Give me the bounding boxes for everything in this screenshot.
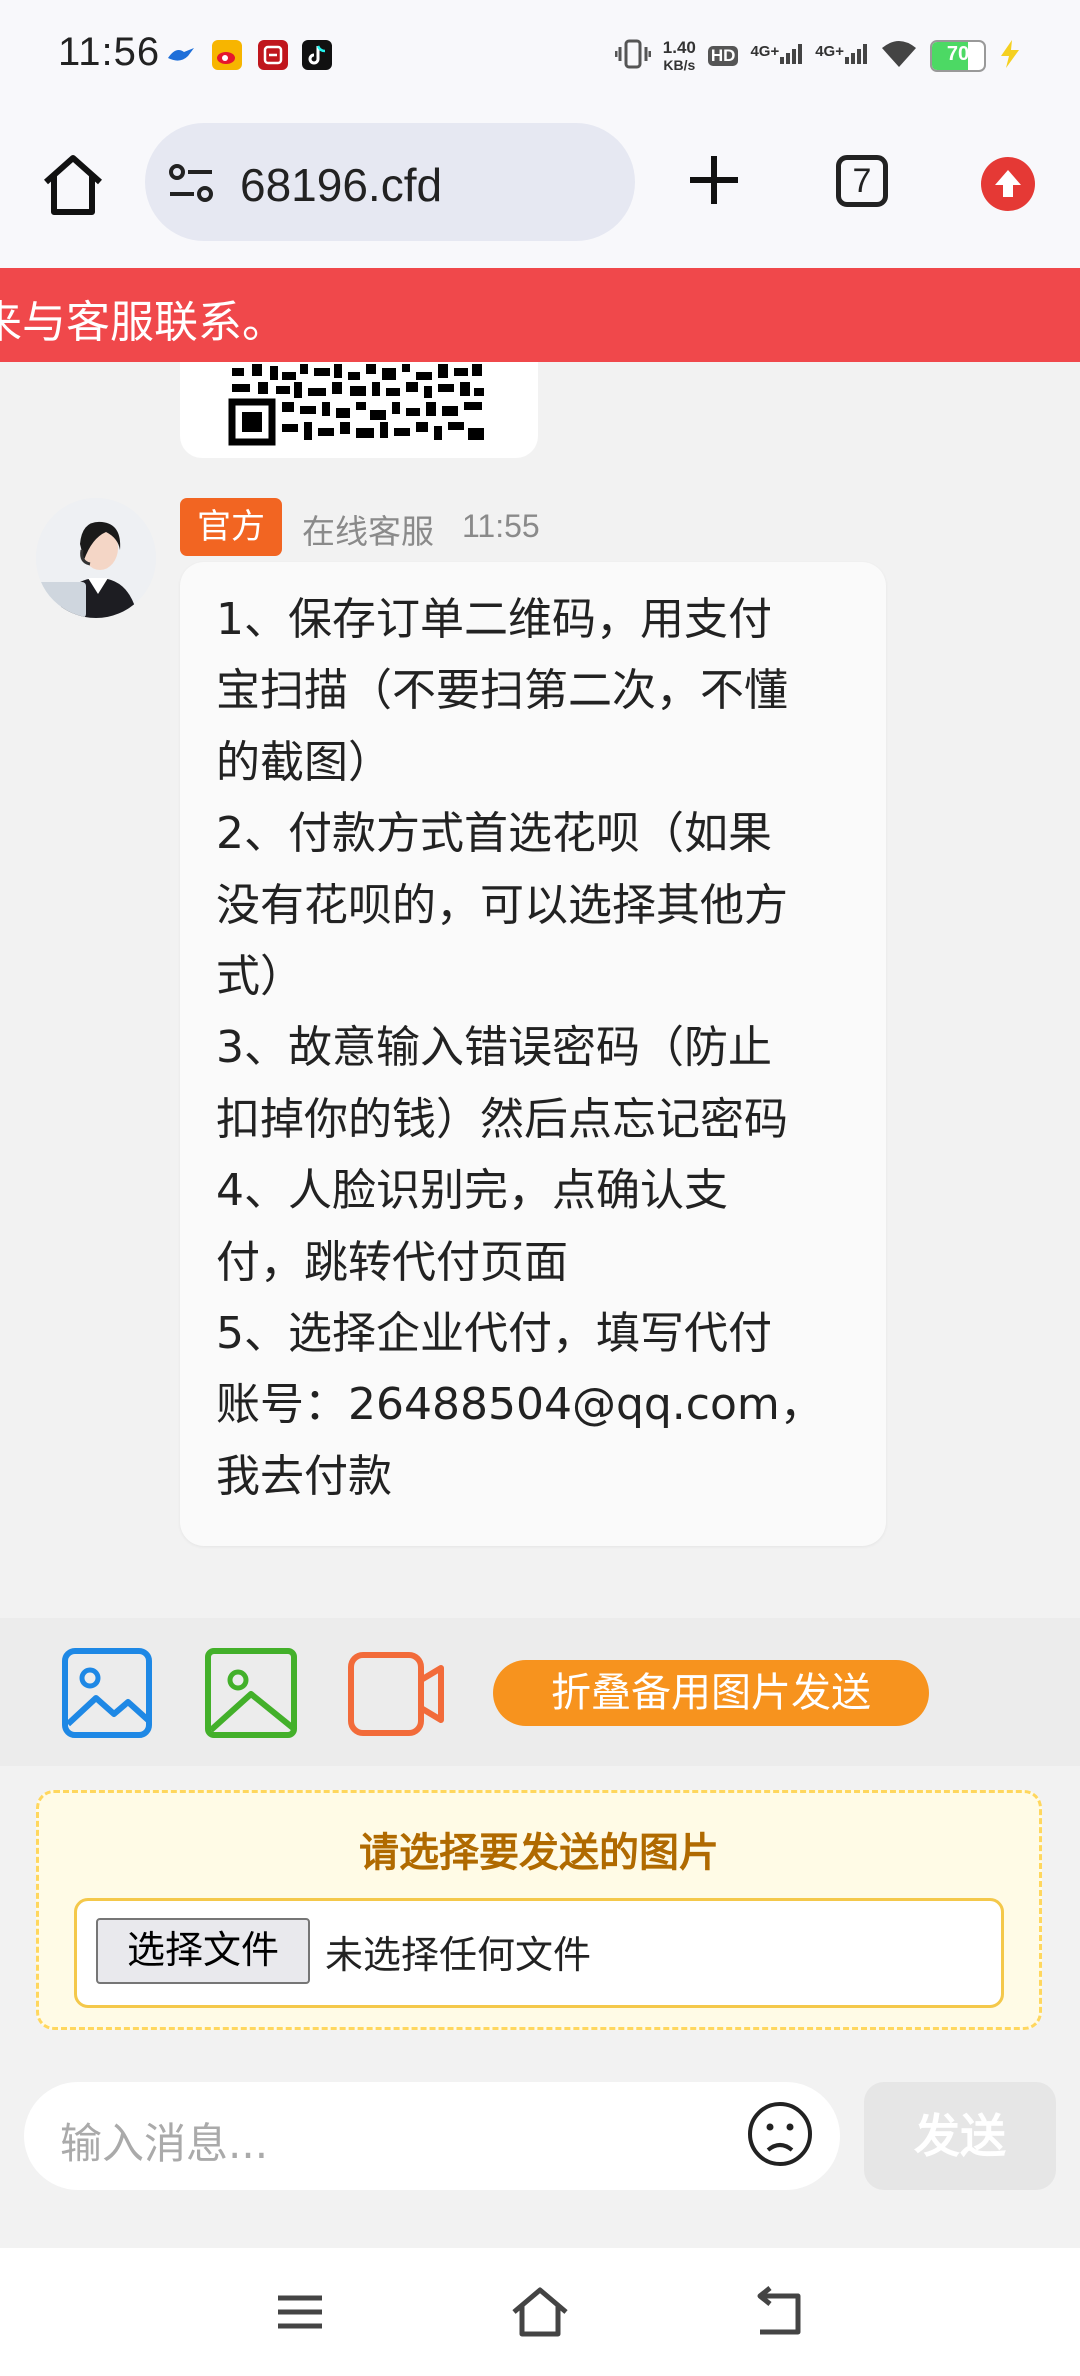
signal-1: 4G+ <box>750 43 803 70</box>
image-icon-blue[interactable] <box>62 1648 152 1738</box>
battery-indicator: 70 <box>930 40 986 72</box>
message-line: 5、选择企业代付，填写代付 <box>216 1308 772 1360</box>
message-line: 3、故意输入错误密码（防止 <box>216 1022 772 1074</box>
home-icon[interactable] <box>40 152 106 218</box>
notice-banner: 来与客服联系。 <box>0 268 1080 362</box>
send-button[interactable]: 发送 <box>864 2082 1056 2190</box>
new-tab-icon[interactable] <box>686 152 742 208</box>
agent-avatar[interactable] <box>36 498 156 618</box>
message-line: 账号：26488504@qq.com， <box>216 1379 824 1431</box>
message-line: 的截图） <box>216 736 392 788</box>
video-icon[interactable] <box>348 1652 444 1736</box>
message-text: 1、保存订单二维码，用支付 宝扫描（不要扫第二次，不懂 的截图） 2、付款方式首… <box>216 584 866 1512</box>
vibrate-icon <box>614 38 652 75</box>
sender-name: 在线客服 <box>302 512 434 551</box>
app-icon-red <box>258 40 288 70</box>
message-line: 宝扫描（不要扫第二次，不懂 <box>216 665 788 717</box>
message-line: 付，跳转代付页面 <box>216 1236 568 1288</box>
message-line: 式） <box>216 951 304 1003</box>
banner-text: 来与客服联系。 <box>0 297 286 348</box>
file-status-text: 未选择任何文件 <box>325 1933 592 1977</box>
net-speed: 1.40 KB/s <box>662 37 696 73</box>
message-line: 2、付款方式首选花呗（如果 <box>216 808 772 860</box>
fold-backup-image-button[interactable]: 折叠备用图片发送 <box>493 1660 929 1726</box>
home-nav-icon[interactable] <box>508 2282 572 2342</box>
tiktok-app-icon <box>302 40 332 70</box>
message-input-placeholder[interactable]: 输入消息... <box>60 2110 268 2171</box>
charging-icon <box>998 39 1022 74</box>
message-line: 1、保存订单二维码，用支付 <box>216 594 772 645</box>
message-time: 11:55 <box>462 508 540 544</box>
message-line: 我去付款 <box>216 1450 392 1502</box>
status-indicators: 1.40 KB/s HD 4G+ 4G+ 70 <box>614 36 1022 76</box>
official-badge: 官方 <box>180 498 282 556</box>
hd-badge: HD <box>707 46 739 66</box>
menu-icon[interactable] <box>268 2282 332 2342</box>
url-text[interactable]: 68196.cfd <box>240 158 442 212</box>
emoji-icon[interactable] <box>746 2100 814 2168</box>
bird-app-icon <box>166 44 196 66</box>
image-icon-green[interactable] <box>205 1648 297 1738</box>
update-icon[interactable] <box>981 157 1035 211</box>
tab-switcher-icon[interactable]: 7 <box>836 155 888 207</box>
message-line: 扣掉你的钱）然后点忘记密码 <box>216 1093 788 1145</box>
status-clock: 11:56 <box>58 30 161 74</box>
signal-2: 4G+ <box>815 43 868 70</box>
back-icon[interactable] <box>748 2282 812 2342</box>
weibo-app-icon <box>212 40 242 70</box>
wifi-icon <box>880 39 918 74</box>
file-panel-title: 请选择要发送的图片 <box>359 1830 719 1876</box>
message-line: 4、人脸识别完，点确认支 <box>216 1165 728 1217</box>
qr-code-image[interactable] <box>210 362 508 448</box>
site-settings-icon[interactable] <box>168 163 214 207</box>
message-line: 没有花呗的，可以选择其他方 <box>216 879 788 931</box>
choose-file-button[interactable]: 选择文件 <box>96 1918 310 1984</box>
